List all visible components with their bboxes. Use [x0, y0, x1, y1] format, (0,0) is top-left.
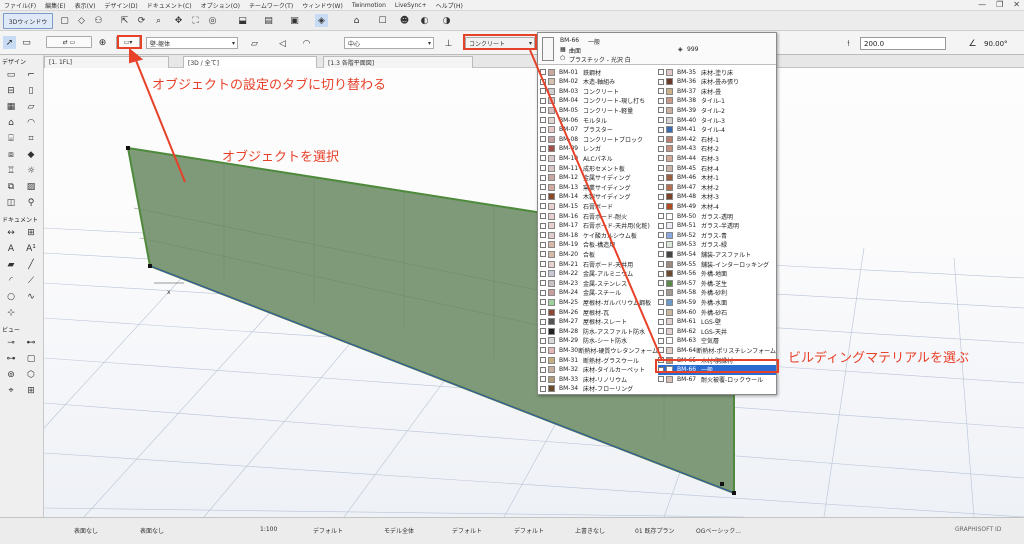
status-model[interactable]: モデル全体	[384, 526, 414, 535]
brand-label: GRAPHISOFT ID	[955, 526, 1002, 533]
annotation-choose-material: ビルディングマテリアルを選ぶ	[788, 351, 969, 366]
status-scale[interactable]: 1:100	[260, 526, 277, 533]
status-bar: 表面なし 表面なし 1:100 デフォルト モデル全体 デフォルト デフォルト …	[0, 517, 1024, 544]
status-surface-1[interactable]: 表面なし	[74, 526, 98, 535]
status-surface-2[interactable]: 表面なし	[140, 526, 164, 535]
annotation-tab-switch: オブジェクトの設定のタブに切り替わる	[152, 78, 387, 93]
annotation-select-object: オブジェクトを選択	[222, 150, 340, 165]
status-renovation[interactable]: 01 既存プラン	[635, 526, 675, 535]
status-default-1[interactable]: デフォルト	[313, 526, 343, 535]
status-default-3[interactable]: デフォルト	[514, 526, 544, 535]
status-override[interactable]: 上書きなし	[575, 526, 605, 535]
status-og[interactable]: OGベーシック...	[696, 526, 741, 535]
status-default-2[interactable]: デフォルト	[452, 526, 482, 535]
